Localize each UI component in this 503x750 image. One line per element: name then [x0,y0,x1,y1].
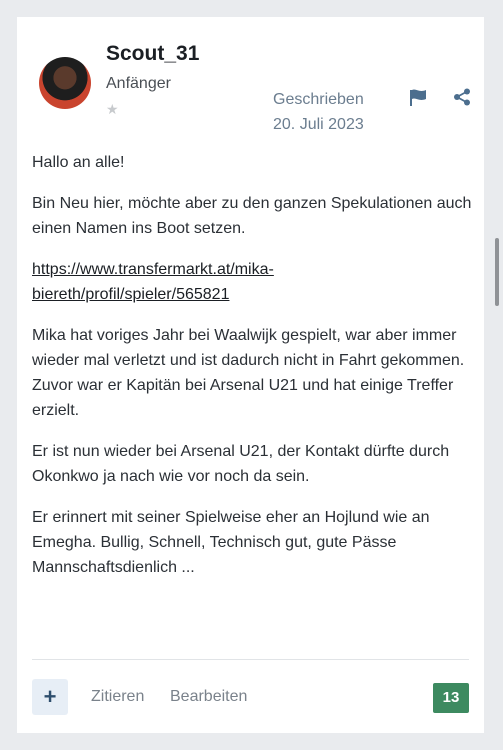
author-rank: Anfänger [106,75,171,92]
footer-divider [32,659,469,660]
post-paragraph: Er ist nun wieder bei Arsenal U21, der K… [32,443,450,485]
quote-button[interactable]: Zitieren [91,688,144,706]
post-card: Scout_31 Anfänger ★ Geschrieben 20. Juli… [17,17,484,733]
post-paragraph: Bin Neu hier, möchte aber zu den ganzen … [32,195,472,237]
edit-button[interactable]: Bearbeiten [170,688,247,706]
reaction-count-badge[interactable]: 13 [433,683,469,713]
transfermarkt-link[interactable]: https://www.transfermarkt.at/mika-bieret… [32,261,274,303]
share-icon[interactable] [453,88,471,106]
post-paragraph: Mika hat voriges Jahr bei Waalwijk gespi… [32,327,465,419]
post-author[interactable]: Scout_31 [106,42,199,66]
post-link-paragraph: https://www.transfermarkt.at/mika-bieret… [32,257,472,307]
plus-icon[interactable]: + [32,679,68,715]
post-paragraph: Er erinnert mit seiner Spielweise eher a… [32,509,430,576]
post-footer: + Zitieren Bearbeiten 13 [32,679,469,715]
post-meta: Geschrieben 20. Juli 2023 [273,87,364,137]
star-icon: ★ [106,101,119,117]
scrollbar-thumb[interactable] [495,238,499,306]
post-paragraph: Hallo an alle! [32,154,125,171]
avatar[interactable] [39,57,91,109]
flag-icon[interactable] [409,89,429,107]
posted-date[interactable]: 20. Juli 2023 [273,112,364,137]
posted-label: Geschrieben [273,91,364,108]
post-content: Hallo an alle! Bin Neu hier, möchte aber… [32,150,472,596]
